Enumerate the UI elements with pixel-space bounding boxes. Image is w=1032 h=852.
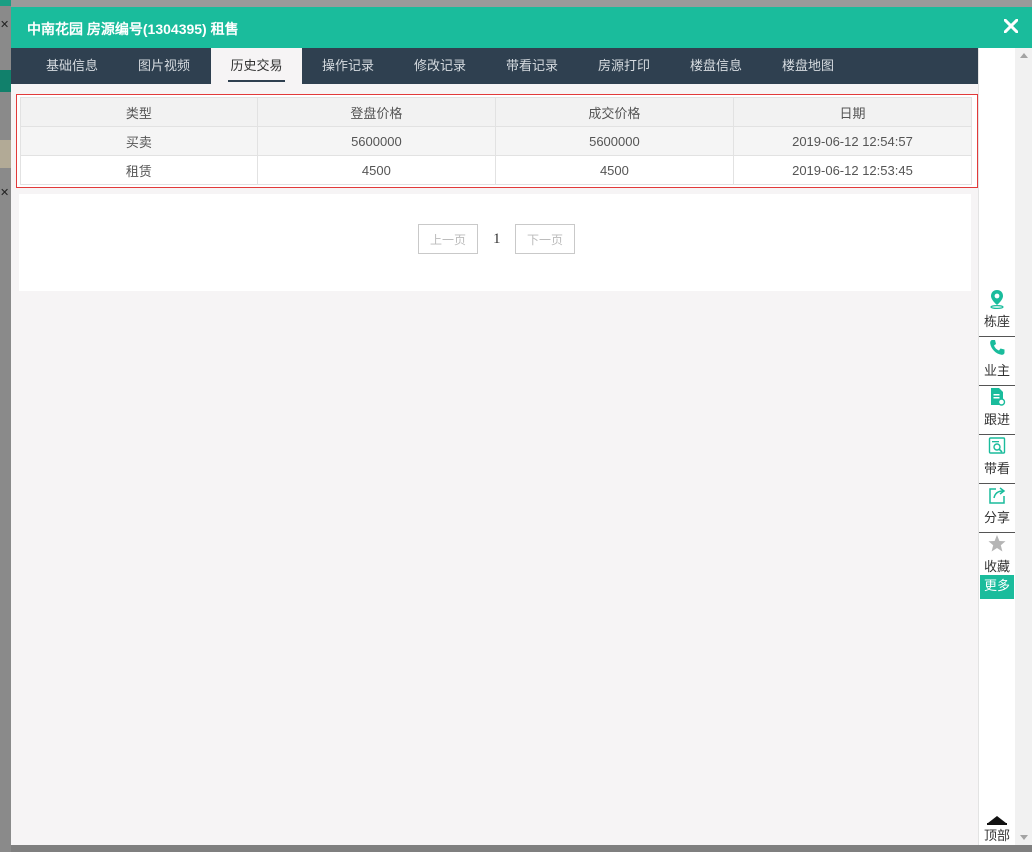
cell-list-price: 4500 xyxy=(256,155,496,185)
side-item-label: 跟进 xyxy=(983,413,1010,428)
tab-edit-log[interactable]: 修改记录 xyxy=(396,48,484,84)
tab-label: 房源打印 xyxy=(597,58,650,73)
scroll-up-arrow-icon[interactable] xyxy=(1020,53,1028,58)
divider xyxy=(979,483,1015,484)
tab-label: 带看记录 xyxy=(505,58,558,73)
table-row: 买卖 5600000 5600000 2019-06-12 12:54:57 xyxy=(20,126,973,156)
pagination-panel: 上一页 1 下一页 xyxy=(19,194,971,291)
background-header xyxy=(0,0,11,6)
arrow-up-icon xyxy=(988,816,1006,823)
cell-list-price: 5600000 xyxy=(256,126,496,156)
background-close-icon-2: ✕ xyxy=(0,186,10,199)
column-header-type: 类型 xyxy=(20,97,258,127)
divider xyxy=(979,434,1015,435)
cell-type: 买卖 xyxy=(20,126,258,156)
background-toolbar xyxy=(0,70,11,92)
background-page-top xyxy=(0,0,1032,7)
back-to-top-button[interactable]: 顶部 xyxy=(979,816,1015,844)
background-close-icon: ✕ xyxy=(0,18,10,31)
modal-title: 中南花园 房源编号(1304395) 租售 xyxy=(27,21,239,37)
active-tab-underline xyxy=(228,80,285,82)
tab-label: 操作记录 xyxy=(321,58,374,73)
side-item-label: 业主 xyxy=(983,364,1010,379)
background-row xyxy=(0,140,11,168)
tab-history-transactions[interactable]: 历史交易 xyxy=(211,48,302,84)
prev-page-button[interactable]: 上一页 xyxy=(418,224,478,254)
history-table-frame: 类型 登盘价格 成交价格 日期 买卖 5600000 5600000 2019-… xyxy=(16,94,978,188)
column-header-deal-price: 成交价格 xyxy=(494,97,734,127)
side-toolbar: 栋座 业主 跟进 带看 分享 收藏 更多 顶部 xyxy=(978,48,1015,845)
vertical-scrollbar[interactable] xyxy=(1015,48,1032,845)
cell-date: 2019-06-12 12:53:45 xyxy=(732,155,973,185)
property-modal: 中南花园 房源编号(1304395) 租售 基础信息 图片视频 历史交易 操作记… xyxy=(11,7,1032,845)
tab-label: 楼盘信息 xyxy=(689,58,742,73)
close-button[interactable] xyxy=(1003,18,1019,34)
table-row: 租赁 4500 4500 2019-06-12 12:53:45 xyxy=(20,155,973,185)
side-item-follow-up[interactable]: 跟进 xyxy=(979,387,1015,435)
cell-deal-price: 5600000 xyxy=(494,126,734,156)
page-number[interactable]: 1 xyxy=(493,231,501,248)
side-item-label: 分享 xyxy=(983,511,1010,526)
back-to-top-label: 顶部 xyxy=(983,829,1010,844)
star-icon xyxy=(988,535,1006,552)
side-item-label: 栋座 xyxy=(983,315,1010,330)
tab-operation-log[interactable]: 操作记录 xyxy=(304,48,392,84)
side-item-owner[interactable]: 业主 xyxy=(979,338,1015,386)
table-header-row: 类型 登盘价格 成交价格 日期 xyxy=(20,97,973,127)
tab-label: 楼盘地图 xyxy=(781,58,834,73)
modal-title-bar: 中南花园 房源编号(1304395) 租售 xyxy=(11,7,1032,48)
tab-photos-video[interactable]: 图片视频 xyxy=(120,48,208,84)
tab-label: 修改记录 xyxy=(413,58,466,73)
scroll-down-arrow-icon[interactable] xyxy=(1020,835,1028,840)
next-page-button[interactable]: 下一页 xyxy=(515,224,575,254)
side-item-label: 带看 xyxy=(983,462,1010,477)
more-button[interactable]: 更多 xyxy=(980,575,1014,599)
tab-building-info[interactable]: 楼盘信息 xyxy=(672,48,760,84)
tab-viewing-log[interactable]: 带看记录 xyxy=(488,48,576,84)
side-item-share[interactable]: 分享 xyxy=(979,485,1015,533)
search-document-icon xyxy=(988,437,1006,454)
divider xyxy=(979,336,1015,337)
close-icon xyxy=(1003,18,1019,34)
divider xyxy=(979,532,1015,533)
tab-label: 图片视频 xyxy=(137,58,190,73)
tab-bar: 基础信息 图片视频 历史交易 操作记录 修改记录 带看记录 房源打印 楼盘信息 … xyxy=(11,48,978,84)
tab-label: 历史交易 xyxy=(230,58,283,73)
divider xyxy=(979,385,1015,386)
phone-icon xyxy=(990,340,1005,355)
share-icon xyxy=(989,487,1006,504)
background-page-strip: ✕ ✕ xyxy=(0,0,11,852)
side-item-viewing[interactable]: 带看 xyxy=(979,436,1015,484)
cell-date: 2019-06-12 12:54:57 xyxy=(732,126,973,156)
cell-type: 租赁 xyxy=(20,155,258,185)
side-item-label: 收藏 xyxy=(983,560,1010,575)
location-pin-icon xyxy=(990,290,1004,309)
document-icon xyxy=(991,388,1006,406)
column-header-list-price: 登盘价格 xyxy=(256,97,496,127)
cell-deal-price: 4500 xyxy=(494,155,734,185)
history-table: 类型 登盘价格 成交价格 日期 买卖 5600000 5600000 2019-… xyxy=(20,97,973,185)
tab-basic-info[interactable]: 基础信息 xyxy=(28,48,116,84)
tab-label: 基础信息 xyxy=(45,58,98,73)
column-header-date: 日期 xyxy=(732,97,973,127)
tab-print[interactable]: 房源打印 xyxy=(580,48,668,84)
side-item-building[interactable]: 栋座 xyxy=(979,289,1015,337)
tab-building-map[interactable]: 楼盘地图 xyxy=(764,48,852,84)
